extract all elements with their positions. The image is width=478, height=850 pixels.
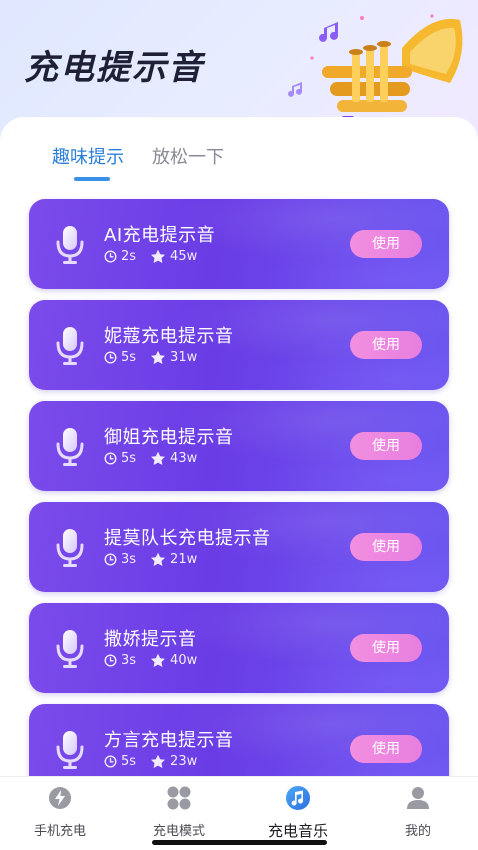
- ringtone-meta: 5s 43w: [104, 451, 211, 466]
- category-tabs: 趣味提示 放松一下: [52, 143, 224, 181]
- star-icon: [151, 552, 166, 566]
- ringtone-duration: 5s: [121, 350, 137, 365]
- microphone-icon: [56, 529, 84, 567]
- bottom-tab-bar: 手机充电 充电模式 充电音乐 我的: [0, 776, 478, 850]
- star-icon: [151, 653, 166, 667]
- tabbar-item-phone-charge[interactable]: 手机充电: [10, 783, 110, 839]
- ringtone-title: 撒娇提示音: [104, 629, 197, 650]
- tabbar-item-charge-music[interactable]: 充电音乐: [248, 783, 348, 841]
- ringtone-likes: 21w: [170, 552, 198, 567]
- ringtone-duration: 3s: [121, 653, 137, 668]
- use-button[interactable]: 使用: [350, 432, 422, 460]
- clock-icon: [104, 654, 117, 667]
- tab-relax[interactable]: 放松一下: [152, 143, 224, 181]
- user-icon: [407, 787, 429, 809]
- grid-icon: [167, 786, 191, 810]
- clock-icon: [104, 755, 117, 768]
- tabbar-label: 我的: [404, 824, 431, 839]
- clock-icon: [104, 351, 117, 364]
- microphone-icon: [56, 630, 84, 668]
- page-title: 充电提示音: [24, 48, 204, 88]
- tabbar-label: 手机充电: [33, 824, 86, 839]
- use-button[interactable]: 使用: [350, 634, 422, 662]
- ringtone-card[interactable]: 撒娇提示音 3s 40w 使用: [29, 603, 449, 693]
- ringtone-duration: 3s: [121, 552, 137, 567]
- ringtone-meta: 5s 31w: [104, 350, 211, 365]
- ringtone-likes: 31w: [170, 350, 198, 365]
- ringtone-meta: 3s 21w: [104, 552, 211, 567]
- star-icon: [151, 350, 166, 364]
- ringtone-likes: 40w: [170, 653, 198, 668]
- microphone-icon: [56, 428, 84, 466]
- clock-icon: [104, 250, 117, 263]
- star-icon: [151, 249, 166, 263]
- ringtone-title: 提莫队长充电提示音: [104, 528, 271, 549]
- microphone-icon: [56, 226, 84, 264]
- ringtone-list: AI充电提示音 2s 45w 使用 妮蔻充电提示音 5s 31w 使用 御姐充电…: [29, 199, 449, 777]
- ringtone-likes: 23w: [170, 754, 198, 769]
- use-button[interactable]: 使用: [350, 735, 422, 763]
- ringtone-duration: 5s: [121, 451, 137, 466]
- ringtone-card[interactable]: 方言充电提示音 5s 23w 使用: [29, 704, 449, 777]
- ringtone-card[interactable]: 提莫队长充电提示音 3s 21w 使用: [29, 502, 449, 592]
- ringtone-title: 御姐充电提示音: [104, 427, 234, 448]
- trumpet-illustration: [288, 14, 463, 128]
- ringtone-title: 方言充电提示音: [104, 730, 234, 751]
- clock-icon: [104, 452, 117, 465]
- ringtone-meta: 3s 40w: [104, 653, 211, 668]
- ringtone-likes: 45w: [170, 249, 198, 264]
- tab-fun-tips[interactable]: 趣味提示: [52, 143, 124, 181]
- ringtone-card[interactable]: 御姐充电提示音 5s 43w 使用: [29, 401, 449, 491]
- ringtone-card[interactable]: 妮蔻充电提示音 5s 31w 使用: [29, 300, 449, 390]
- home-indicator: [152, 840, 327, 845]
- lightning-icon: [49, 787, 71, 809]
- ringtone-title: 妮蔻充电提示音: [104, 326, 234, 347]
- ringtone-duration: 5s: [121, 754, 137, 769]
- ringtone-likes: 43w: [170, 451, 198, 466]
- use-button[interactable]: 使用: [350, 533, 422, 561]
- ringtone-meta: 5s 23w: [104, 754, 211, 769]
- clock-icon: [104, 553, 117, 566]
- microphone-icon: [56, 327, 84, 365]
- tabbar-label: 充电音乐: [267, 822, 328, 840]
- tabbar-label: 充电模式: [152, 824, 205, 839]
- ringtone-duration: 2s: [121, 249, 137, 264]
- ringtone-card[interactable]: AI充电提示音 2s 45w 使用: [29, 199, 449, 289]
- star-icon: [151, 754, 166, 768]
- ringtone-meta: 2s 45w: [104, 249, 211, 264]
- use-button[interactable]: 使用: [350, 331, 422, 359]
- tabbar-item-profile[interactable]: 我的: [368, 783, 468, 839]
- music-note-icon: [286, 786, 310, 810]
- use-button[interactable]: 使用: [350, 230, 422, 258]
- microphone-icon: [56, 731, 84, 769]
- star-icon: [151, 451, 166, 465]
- ringtone-title: AI充电提示音: [104, 225, 216, 246]
- content-panel: 趣味提示 放松一下 AI充电提示音 2s 45w 使用 妮蔻充电提示音 5s 3…: [0, 117, 478, 777]
- tabbar-item-charge-mode[interactable]: 充电模式: [129, 783, 229, 839]
